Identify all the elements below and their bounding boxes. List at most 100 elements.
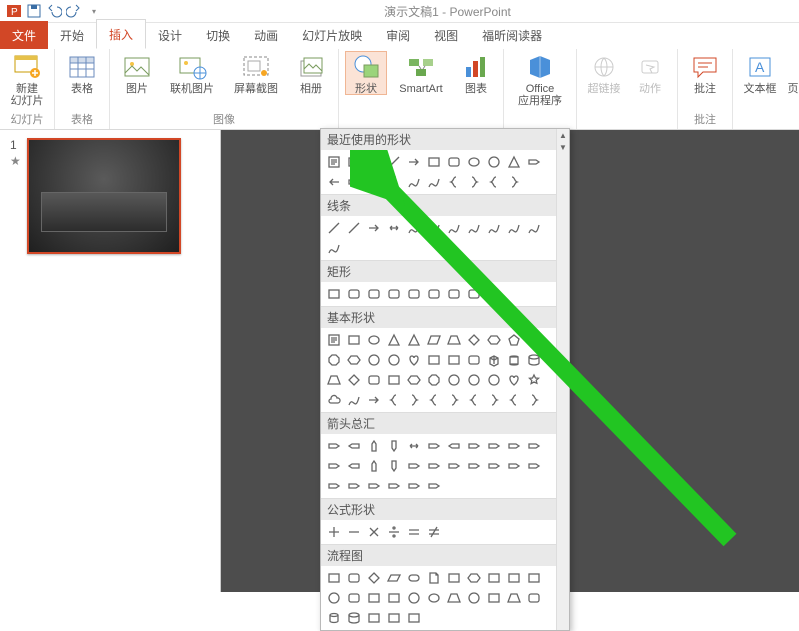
textbox-button[interactable]: A 文本框: [739, 51, 781, 95]
new-slide-button[interactable]: 新建 幻灯片: [6, 51, 48, 107]
shape-circ[interactable]: [485, 153, 503, 171]
shape-blockA[interactable]: [345, 477, 363, 495]
shape-arrow[interactable]: [365, 391, 383, 409]
shape-rrect[interactable]: [365, 285, 383, 303]
shape-blockL[interactable]: [445, 437, 463, 455]
shape-rect[interactable]: [325, 569, 343, 587]
tab-foxit[interactable]: 福昕阅读器: [470, 21, 554, 49]
shape-brace[interactable]: [385, 173, 403, 191]
shapes-scrollbar[interactable]: ▲ ▼: [556, 129, 569, 630]
scroll-up-icon[interactable]: ▲: [557, 129, 569, 141]
shape-cube[interactable]: [485, 351, 503, 369]
shape-blockA[interactable]: [425, 457, 443, 475]
shape-tri[interactable]: [405, 331, 423, 349]
tab-transitions[interactable]: 切换: [194, 21, 242, 49]
shape-rrect[interactable]: [445, 285, 463, 303]
shape-rect[interactable]: [365, 609, 383, 627]
shape-line[interactable]: [365, 153, 383, 171]
shape-curve[interactable]: [325, 239, 343, 257]
thumbnail-panel[interactable]: 1 ★: [0, 130, 221, 592]
shape-rect[interactable]: [385, 609, 403, 627]
shape-blockA[interactable]: [525, 153, 543, 171]
smartart-button[interactable]: SmartArt: [391, 51, 451, 95]
shape-blockU[interactable]: [365, 457, 383, 475]
shape-ell[interactable]: [365, 331, 383, 349]
shape-arrow[interactable]: [365, 219, 383, 237]
shape-rrect[interactable]: [445, 153, 463, 171]
headerfooter-button[interactable]: 页眉和页脚: [785, 51, 799, 95]
shape-circ[interactable]: [365, 351, 383, 369]
shape-tri[interactable]: [385, 331, 403, 349]
shape-rect[interactable]: [505, 569, 523, 587]
shape-blockA[interactable]: [325, 457, 343, 475]
shape-tri[interactable]: [505, 153, 523, 171]
shape-oct[interactable]: [425, 371, 443, 389]
tab-view[interactable]: 视图: [422, 21, 470, 49]
shape-txt[interactable]: [325, 153, 343, 171]
album-button[interactable]: 相册: [290, 51, 332, 95]
shape-rect[interactable]: [385, 589, 403, 607]
shape-rect[interactable]: [525, 569, 543, 587]
shape-blockA[interactable]: [525, 437, 543, 455]
shape-curve[interactable]: [525, 219, 543, 237]
shape-blockA[interactable]: [445, 457, 463, 475]
picture-button[interactable]: 图片: [116, 51, 158, 95]
shape-brace[interactable]: [485, 173, 503, 191]
shape-brace[interactable]: [465, 391, 483, 409]
tab-slideshow[interactable]: 幻灯片放映: [290, 21, 374, 49]
redo-icon[interactable]: [66, 3, 82, 19]
shape-star[interactable]: [525, 371, 543, 389]
shape-rect[interactable]: [425, 153, 443, 171]
shape-rrect[interactable]: [345, 569, 363, 587]
shape-minus[interactable]: [345, 523, 363, 541]
shape-arrow[interactable]: [405, 153, 423, 171]
shape-blockA[interactable]: [465, 457, 483, 475]
shape-blockD[interactable]: [385, 457, 403, 475]
shape-rrect[interactable]: [345, 589, 363, 607]
shape-blockA[interactable]: [425, 437, 443, 455]
shape-curve[interactable]: [485, 219, 503, 237]
shape-blockA[interactable]: [405, 457, 423, 475]
shape-rrect[interactable]: [465, 351, 483, 369]
tab-file[interactable]: 文件: [0, 21, 48, 49]
screenshot-button[interactable]: 屏幕截图: [226, 51, 286, 95]
shape-trap[interactable]: [445, 331, 463, 349]
shape-decision[interactable]: [365, 569, 383, 587]
shape-blockA[interactable]: [465, 437, 483, 455]
shape-diam[interactable]: [465, 331, 483, 349]
slide-thumbnail-1[interactable]: 1 ★: [10, 138, 210, 254]
shape-blockD[interactable]: [385, 437, 403, 455]
shape-curve[interactable]: [445, 219, 463, 237]
shape-rrect[interactable]: [405, 285, 423, 303]
shape-doc[interactable]: [425, 569, 443, 587]
shape-blockA[interactable]: [505, 457, 523, 475]
shape-blockA[interactable]: [485, 457, 503, 475]
shape-brace[interactable]: [385, 391, 403, 409]
shape-term[interactable]: [405, 569, 423, 587]
table-button[interactable]: 表格: [61, 51, 103, 95]
shape-rrect[interactable]: [365, 371, 383, 389]
shape-plus[interactable]: [325, 523, 343, 541]
shape-rrect[interactable]: [525, 589, 543, 607]
shape-rrect[interactable]: [425, 285, 443, 303]
shape-darrow[interactable]: [385, 219, 403, 237]
shape-cyl[interactable]: [525, 351, 543, 369]
shape-hex[interactable]: [345, 351, 363, 369]
shape-curve[interactable]: [425, 219, 443, 237]
thumb-slide-preview[interactable]: [27, 138, 181, 254]
shape-rect[interactable]: [445, 569, 463, 587]
shape-curve[interactable]: [345, 391, 363, 409]
shape-circ[interactable]: [405, 589, 423, 607]
shape-blockA[interactable]: [325, 477, 343, 495]
shape-brace2[interactable]: [525, 391, 543, 409]
qat-dropdown-icon[interactable]: ▾: [86, 3, 102, 19]
shape-line[interactable]: [325, 219, 343, 237]
shape-div[interactable]: [385, 523, 403, 541]
shape-star[interactable]: [365, 173, 383, 191]
shape-cloud[interactable]: [325, 391, 343, 409]
shape-ell[interactable]: [425, 589, 443, 607]
scroll-down-icon[interactable]: ▼: [557, 141, 569, 153]
shape-blockA[interactable]: [485, 437, 503, 455]
shape-heart[interactable]: [505, 371, 523, 389]
shape-line[interactable]: [345, 219, 363, 237]
